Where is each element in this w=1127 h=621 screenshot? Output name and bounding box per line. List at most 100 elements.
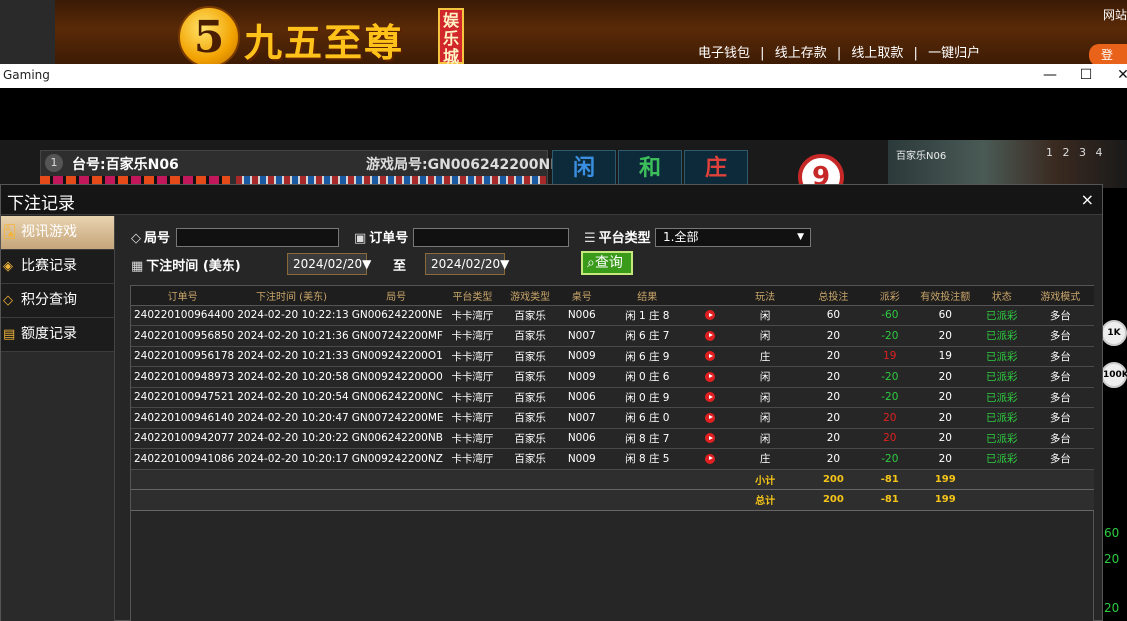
platform-select[interactable]: 1.全部 ▼: [655, 228, 811, 247]
date-from-picker[interactable]: 2024/02/20▼: [287, 253, 371, 275]
result-cell: 闲 6 庄 9: [604, 346, 690, 367]
summary-payout-cell: -81: [866, 489, 914, 511]
round-id-cell: GN009242200O1: [348, 346, 444, 367]
column-header: 玩法: [729, 286, 801, 306]
table-row[interactable]: 240220100948973 2024-02-20 10:20:58 GN0092…: [131, 366, 1094, 388]
play-video-icon[interactable]: [704, 371, 715, 382]
chevron-down-icon: ▼: [797, 232, 804, 242]
column-header: 结果: [604, 286, 690, 306]
summary-valid-cell: 199: [913, 469, 977, 490]
date-to-picker[interactable]: 2024/02/20▼: [425, 253, 509, 275]
table-row[interactable]: 240220100956178 2024-02-20 10:21:33 GN0092…: [131, 346, 1094, 367]
sidebar-item-credit-records[interactable]: ▤ 额度记录: [1, 318, 114, 352]
platform-cell: 卡卡湾厅: [443, 325, 502, 347]
replay-cell: [689, 448, 730, 470]
link-e-wallet[interactable]: 电子钱包: [698, 46, 750, 61]
round-id-cell: GN007242200MF: [348, 325, 444, 347]
link-deposit[interactable]: 线上存款: [775, 46, 827, 61]
summary-total-cell: 200: [800, 469, 867, 490]
round-input[interactable]: [176, 228, 339, 247]
table-row[interactable]: 240220100964400 2024-02-20 10:22:13 GN0062…: [131, 305, 1094, 326]
play-video-icon[interactable]: [704, 351, 715, 362]
play-video-icon[interactable]: [704, 453, 715, 464]
order-id-cell: 240220100947521: [131, 387, 235, 408]
platform-cell: 卡卡湾厅: [443, 387, 502, 408]
bet-tile-player[interactable]: 闲: [552, 150, 616, 186]
play-type-cell: 闲: [729, 387, 801, 408]
corner-text[interactable]: 网站: [1103, 6, 1127, 23]
play-type-cell: 闲: [729, 428, 801, 449]
bet-tile-banker[interactable]: 庄: [684, 150, 748, 186]
side-number: 20: [1104, 552, 1120, 566]
bet-time-cell: 2024-02-20 10:20:58: [234, 366, 349, 388]
maximize-icon[interactable]: ☐: [1071, 64, 1101, 88]
query-button[interactable]: ⌕查询: [581, 251, 633, 275]
sidebar-item-live-games[interactable]: 🂡 视讯游戏: [1, 216, 114, 250]
sidebar-item-points[interactable]: ◇ 积分查询: [1, 284, 114, 318]
bet-tile-tie[interactable]: 和: [618, 150, 682, 186]
table-row[interactable]: 240220100956850 2024-02-20 10:21:36 GN0072…: [131, 325, 1094, 347]
close-icon[interactable]: ✕: [1108, 64, 1127, 88]
sidebar-item-match-records[interactable]: ◈ 比赛记录: [1, 250, 114, 284]
column-header: [689, 286, 730, 306]
table-row[interactable]: 240220100946140 2024-02-20 10:20:47 GN0072…: [131, 407, 1094, 429]
link-separator: |: [760, 46, 765, 61]
site-banner: 5 九五至尊 娱乐城 电子钱包 | 线上存款 | 线上取款 | 一键归户 网站 …: [0, 0, 1127, 64]
order-input[interactable]: [413, 228, 569, 247]
game-type-cell: 百家乐: [501, 428, 559, 449]
payout-cell: 19: [866, 346, 914, 367]
play-video-icon[interactable]: [704, 392, 715, 403]
summary-empty-cell: [689, 489, 730, 511]
column-header: 派彩: [866, 286, 914, 306]
play-video-icon[interactable]: [704, 310, 715, 321]
total-bet-cell: 20: [800, 387, 867, 408]
logo-icon: 5: [178, 6, 240, 64]
play-video-icon[interactable]: [704, 433, 715, 444]
table-row[interactable]: 240220100941086 2024-02-20 10:20:17 GN0092…: [131, 448, 1094, 470]
column-header: 局号: [348, 286, 444, 306]
table-id-cell: N007: [558, 325, 605, 347]
table-row[interactable]: 240220100942077 2024-02-20 10:20:22 GN0062…: [131, 428, 1094, 449]
minimize-icon[interactable]: —: [1035, 64, 1065, 88]
filter-bar: ◇ 局号 ▣ 订单号 ☰ 平台类型 1.全部 ▼ ▦ 下注时间 (美东) 2024/02/…: [131, 226, 1102, 286]
link-consolidate[interactable]: 一键归户: [928, 46, 980, 61]
play-video-icon[interactable]: [704, 330, 715, 341]
logo-tag: 娱乐城: [438, 8, 464, 64]
link-withdraw[interactable]: 线上取款: [851, 46, 903, 61]
clipboard-icon: ▣: [354, 231, 367, 246]
table-label: 台号:百家乐N06: [72, 157, 179, 173]
roadmap-strip: [236, 176, 546, 184]
order-id-cell: 240220100946140: [131, 407, 235, 429]
status-cell: 已派彩: [976, 305, 1027, 326]
side-number: 20: [1104, 601, 1120, 615]
grand-total-row: 总计 200 -81 199: [131, 489, 1094, 511]
result-cell: 闲 8 庄 5: [604, 448, 690, 470]
login-button[interactable]: 登: [1089, 44, 1127, 64]
status-cell: 已派彩: [976, 428, 1027, 449]
summary-empty-cell: [976, 469, 1027, 490]
result-cell: 闲 1 庄 8: [604, 305, 690, 326]
game-type-cell: 百家乐: [501, 407, 559, 429]
record-sidebar: 🂡 视讯游戏 ◈ 比赛记录 ◇ 积分查询 ▤ 额度记录: [1, 216, 115, 621]
summary-label-cell: 小计: [729, 469, 801, 490]
bet-time-cell: 2024-02-20 10:20:17: [234, 448, 349, 470]
chip-1k-icon[interactable]: 1K: [1101, 320, 1127, 346]
tag-icon: ◈: [3, 259, 13, 274]
chip-100k-icon[interactable]: 100K: [1101, 362, 1127, 388]
game-mode-cell: 多台: [1026, 448, 1094, 470]
total-bet-cell: 20: [800, 366, 867, 388]
top-links: 电子钱包 | 线上存款 | 线上取款 | 一键归户: [698, 42, 986, 61]
summary-empty-cell: [604, 469, 690, 490]
tag-icon: ◇: [131, 231, 141, 246]
valid-bet-cell: 20: [913, 428, 977, 449]
modal-close-icon[interactable]: ×: [1081, 190, 1094, 209]
order-filter-label: ▣ 订单号: [354, 231, 409, 246]
summary-label-cell: 总计: [729, 489, 801, 511]
modal-title: 下注记录: [7, 194, 75, 214]
replay-cell: [689, 325, 730, 347]
round-id-cell: GN006242200NB: [348, 428, 444, 449]
play-video-icon[interactable]: [704, 412, 715, 423]
table-row[interactable]: 240220100947521 2024-02-20 10:20:54 GN0062…: [131, 387, 1094, 408]
side-digits: 1 2 3 4: [1046, 146, 1106, 159]
table-id-cell: N007: [558, 407, 605, 429]
